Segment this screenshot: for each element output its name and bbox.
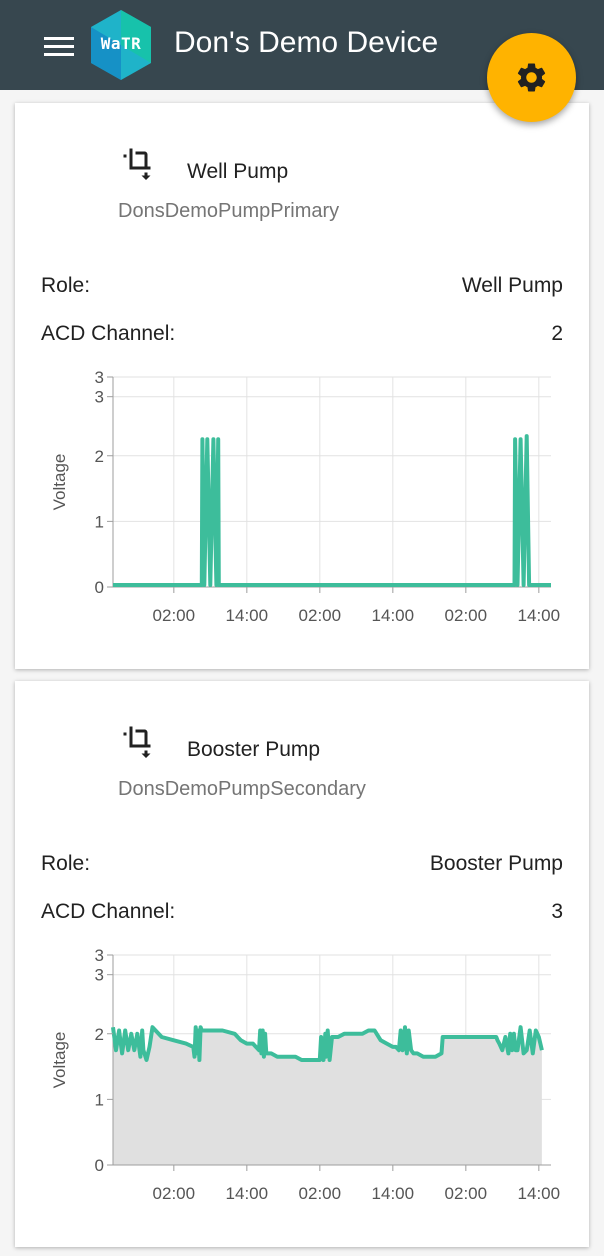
y-tick-label: 0	[95, 1156, 104, 1175]
voltage-chart: 0 1 2 33 02:00 14:00 02:00 14:00 02:00 14:00 Volta…	[50, 946, 561, 1203]
x-tick-label: 14:00	[226, 606, 269, 625]
menu-icon[interactable]	[40, 28, 80, 64]
x-tick-label: 02:00	[299, 606, 342, 625]
y-tick-label: 3	[95, 368, 104, 387]
role-label: Role:	[41, 852, 91, 875]
role-value: Well Pump	[461, 274, 563, 297]
x-tick-label: 02:00	[445, 1184, 488, 1203]
role-label: Role:	[41, 274, 91, 297]
pump-card: Booster Pump DonsDemoPumpSecondary Role:…	[15, 681, 589, 1247]
y-tick-label: 3	[95, 946, 104, 965]
y-tick-label: 1	[95, 1090, 104, 1109]
channel-label: ACD Channel:	[41, 322, 176, 345]
card-subtitle: DonsDemoPumpPrimary	[118, 200, 340, 222]
x-tick-label: 02:00	[299, 1184, 342, 1203]
logo-text: WaTR	[100, 34, 142, 53]
x-tick-label: 02:00	[153, 1184, 196, 1203]
x-tick-label: 14:00	[518, 1184, 561, 1203]
voltage-chart: 0 1 2 33 02:00 14:00 02:00 14:00 02:00 14:00 Volta…	[50, 368, 561, 625]
card-subtitle: DonsDemoPumpSecondary	[118, 778, 366, 800]
x-tick-label: 02:00	[445, 606, 488, 625]
crop-rotate-icon[interactable]	[119, 143, 155, 181]
channel-label: ACD Channel:	[41, 900, 176, 923]
pump-card: Well Pump DonsDemoPumpPrimary Role: Well…	[15, 103, 589, 669]
y-tick-label: 3	[95, 388, 104, 407]
x-tick-label: 02:00	[153, 606, 196, 625]
card-title: Well Pump	[187, 160, 289, 183]
gear-icon	[517, 63, 546, 92]
x-tick-label: 14:00	[372, 606, 415, 625]
y-axis-label: Voltage	[50, 1032, 69, 1089]
y-axis-label: Voltage	[50, 454, 69, 511]
card-title: Booster Pump	[187, 738, 321, 761]
role-value: Booster Pump	[429, 852, 563, 875]
y-tick-label: 2	[95, 1025, 104, 1044]
settings-button[interactable]	[487, 33, 576, 122]
channel-value: 3	[551, 900, 563, 923]
y-tick-label: 2	[95, 447, 104, 466]
series-line	[113, 434, 551, 587]
channel-value: 2	[551, 322, 563, 345]
crop-rotate-icon[interactable]	[119, 721, 155, 759]
app-logo: WaTR	[90, 10, 152, 80]
x-tick-label: 14:00	[518, 606, 561, 625]
page-title: Don's Demo Device	[174, 26, 439, 59]
y-tick-label: 1	[95, 512, 104, 531]
x-tick-label: 14:00	[226, 1184, 269, 1203]
y-tick-label: 3	[95, 966, 104, 985]
y-tick-label: 0	[95, 578, 104, 597]
x-tick-label: 14:00	[372, 1184, 415, 1203]
